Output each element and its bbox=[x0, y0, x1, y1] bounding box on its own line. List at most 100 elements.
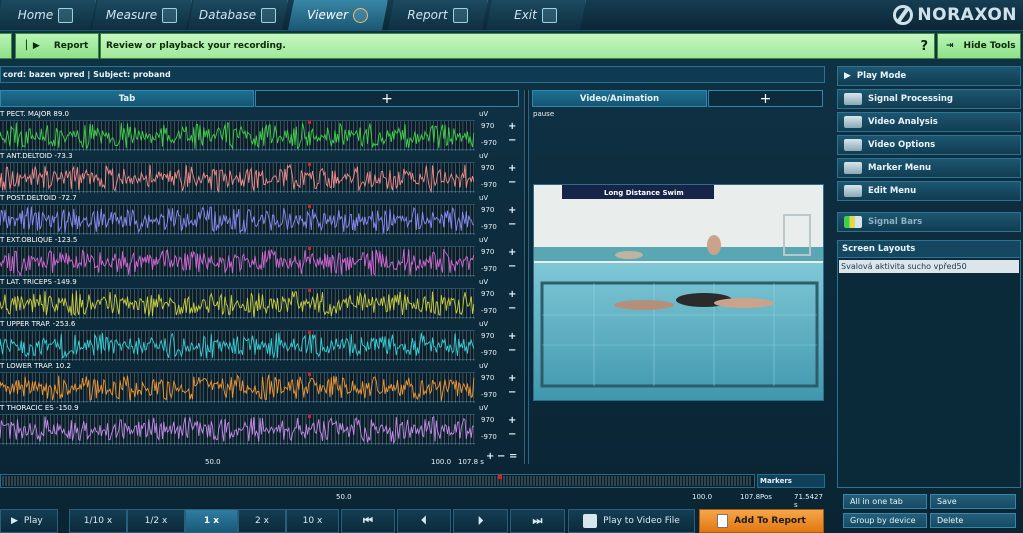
nav-tab-viewer[interactable]: Viewer bbox=[288, 0, 388, 30]
speed-10x-button[interactable]: 10 x bbox=[286, 509, 339, 533]
scale-down-icon[interactable]: − bbox=[508, 304, 516, 314]
video-frame[interactable]: Long Distance Swim bbox=[533, 184, 824, 401]
zoom-in-icon[interactable]: + bbox=[486, 451, 494, 462]
channel-min: -970 bbox=[481, 265, 497, 273]
skip-to-start-button[interactable]: ⏮ bbox=[341, 509, 395, 533]
add-to-report-button[interactable]: Add To Report bbox=[699, 509, 824, 533]
step-back-icon: ⏴ bbox=[421, 514, 427, 527]
group-by-device-button[interactable]: Group by device bbox=[843, 513, 927, 528]
play-report-icon: ▏▶ bbox=[26, 41, 40, 51]
timeline-tick-label: 50.0 bbox=[336, 493, 352, 501]
nav-tab-home[interactable]: Home bbox=[0, 0, 96, 30]
delete-layout-button[interactable]: Delete bbox=[930, 513, 1016, 528]
scale-up-icon[interactable]: + bbox=[508, 416, 516, 426]
scale-up-icon[interactable]: + bbox=[508, 248, 516, 258]
nav-tab-measure[interactable]: Measure bbox=[92, 0, 192, 30]
emg-trace[interactable] bbox=[0, 162, 475, 194]
fit-icon[interactable]: = bbox=[509, 451, 517, 462]
emg-trace[interactable] bbox=[0, 414, 475, 445]
emg-trace[interactable] bbox=[0, 372, 475, 403]
report-button[interactable]: ▏▶ Report bbox=[15, 33, 99, 59]
hide-tools-button[interactable]: ⇥ Hide Tools bbox=[937, 33, 1021, 59]
scale-up-icon[interactable]: + bbox=[508, 332, 516, 342]
signal-bars-button[interactable]: Signal Bars bbox=[837, 212, 1021, 232]
emg-trace[interactable] bbox=[0, 330, 475, 361]
scale-down-icon[interactable]: − bbox=[508, 220, 516, 230]
timeline-scrubber[interactable] bbox=[0, 474, 755, 488]
nav-tab-report[interactable]: Report bbox=[388, 0, 488, 30]
video-analysis-button[interactable]: Video Analysis bbox=[837, 112, 1021, 132]
emg-trace[interactable] bbox=[0, 120, 475, 151]
channel-min: -970 bbox=[481, 139, 497, 147]
scale-down-icon[interactable]: − bbox=[508, 388, 516, 398]
channel-label: T EXT.OBLIQUE -123.5 bbox=[0, 236, 78, 244]
markers-button[interactable]: Markers bbox=[757, 474, 825, 488]
scale-down-icon[interactable]: − bbox=[508, 430, 516, 440]
video-camera-icon bbox=[844, 116, 862, 128]
step-back-button[interactable]: ⏴ bbox=[397, 509, 451, 533]
step-forward-button[interactable]: ⏵ bbox=[453, 509, 508, 533]
emg-waveform bbox=[0, 289, 475, 319]
skip-to-end-button[interactable]: ⏭ bbox=[510, 509, 565, 533]
emg-channel-row: T POST.DELTOID -72.7 uV 970 -970 + − bbox=[0, 194, 521, 236]
status-message: Review or playback your recording. ? bbox=[100, 33, 935, 59]
playback-state: pause bbox=[533, 110, 555, 118]
speed-label: 1/2 x bbox=[144, 516, 168, 526]
scale-up-icon[interactable]: + bbox=[508, 206, 516, 216]
speed-1-10-button[interactable]: 1/10 x bbox=[69, 509, 127, 533]
add-tab-button[interactable]: + bbox=[255, 90, 519, 107]
marker-menu-button[interactable]: Marker Menu bbox=[837, 158, 1021, 178]
emg-channel-row: T LOWER TRAP. 10.2 uV 970 -970 + − bbox=[0, 362, 521, 404]
save-layout-button[interactable]: Save bbox=[930, 494, 1016, 509]
position-label: Pos bbox=[760, 493, 772, 501]
scale-down-icon[interactable]: − bbox=[508, 178, 516, 188]
scale-up-icon[interactable]: + bbox=[508, 122, 516, 132]
edit-icon bbox=[844, 185, 862, 197]
scale-up-icon[interactable]: + bbox=[508, 290, 516, 300]
scale-down-icon[interactable]: − bbox=[508, 262, 516, 272]
emg-waveform bbox=[0, 163, 475, 194]
emg-channel-row: T ANT.DELTOID -73.3 uV 970 -970 + − bbox=[0, 152, 521, 194]
pane-splitter[interactable] bbox=[524, 90, 529, 464]
nav-tab-database[interactable]: Database bbox=[188, 0, 288, 30]
nav-tab-label: Viewer bbox=[306, 8, 349, 22]
speed-1-2-button[interactable]: 1/2 x bbox=[127, 509, 185, 533]
nav-tab-exit[interactable]: Exit bbox=[486, 0, 586, 30]
channel-min: -970 bbox=[481, 391, 497, 399]
status-message-text: Review or playback your recording. bbox=[106, 41, 286, 51]
edit-menu-button[interactable]: Edit Menu bbox=[837, 181, 1021, 201]
play-to-video-file-button[interactable]: Play to Video File bbox=[568, 509, 695, 533]
zoom-out-icon[interactable]: − bbox=[497, 451, 505, 462]
toolbar-edge-button[interactable] bbox=[0, 33, 12, 59]
nav-tab-label: Home bbox=[17, 8, 54, 22]
channel-units: uV bbox=[479, 236, 489, 244]
nav-tab-label: Exit bbox=[514, 8, 537, 22]
axis-end-label: 107.8 s bbox=[458, 458, 484, 466]
signal-pane: Tab + T PECT. MAJOR 89.0 uV 970 -970 + − T ANT… bbox=[0, 90, 521, 466]
play-button[interactable]: ▶ Play bbox=[0, 509, 58, 533]
screen-layouts-header: Screen Layouts bbox=[838, 241, 1020, 258]
tab-video-animation[interactable]: Video/Animation bbox=[532, 90, 707, 107]
help-icon[interactable]: ? bbox=[920, 39, 928, 54]
signal-processing-button[interactable]: Signal Processing bbox=[837, 89, 1021, 109]
scale-down-icon[interactable]: − bbox=[508, 346, 516, 356]
play-mode-button[interactable]: ▶ Play Mode bbox=[837, 66, 1021, 86]
add-video-tab-button[interactable]: + bbox=[708, 90, 823, 107]
speed-2x-button[interactable]: 2 x bbox=[238, 509, 286, 533]
emg-channel-row: T PECT. MAJOR 89.0 uV 970 -970 + − bbox=[0, 110, 521, 152]
all-in-one-tab-button[interactable]: All in one tab bbox=[843, 494, 927, 509]
channel-min: -970 bbox=[481, 349, 497, 357]
scale-down-icon[interactable]: − bbox=[508, 136, 516, 146]
layout-list-item[interactable]: Svalová aktivita sucho vpřed50 bbox=[839, 260, 1019, 273]
signal-processing-icon bbox=[844, 93, 862, 105]
video-banner-text: Long Distance Swim bbox=[604, 189, 684, 197]
scale-up-icon[interactable]: + bbox=[508, 164, 516, 174]
tab-signals[interactable]: Tab bbox=[0, 90, 254, 107]
speed-1x-button[interactable]: 1 x bbox=[185, 509, 238, 533]
emg-trace[interactable] bbox=[0, 204, 475, 235]
emg-trace[interactable] bbox=[0, 288, 475, 319]
emg-trace[interactable] bbox=[0, 246, 475, 277]
emg-waveform bbox=[0, 247, 475, 277]
video-options-button[interactable]: Video Options bbox=[837, 135, 1021, 155]
scale-up-icon[interactable]: + bbox=[508, 374, 516, 384]
